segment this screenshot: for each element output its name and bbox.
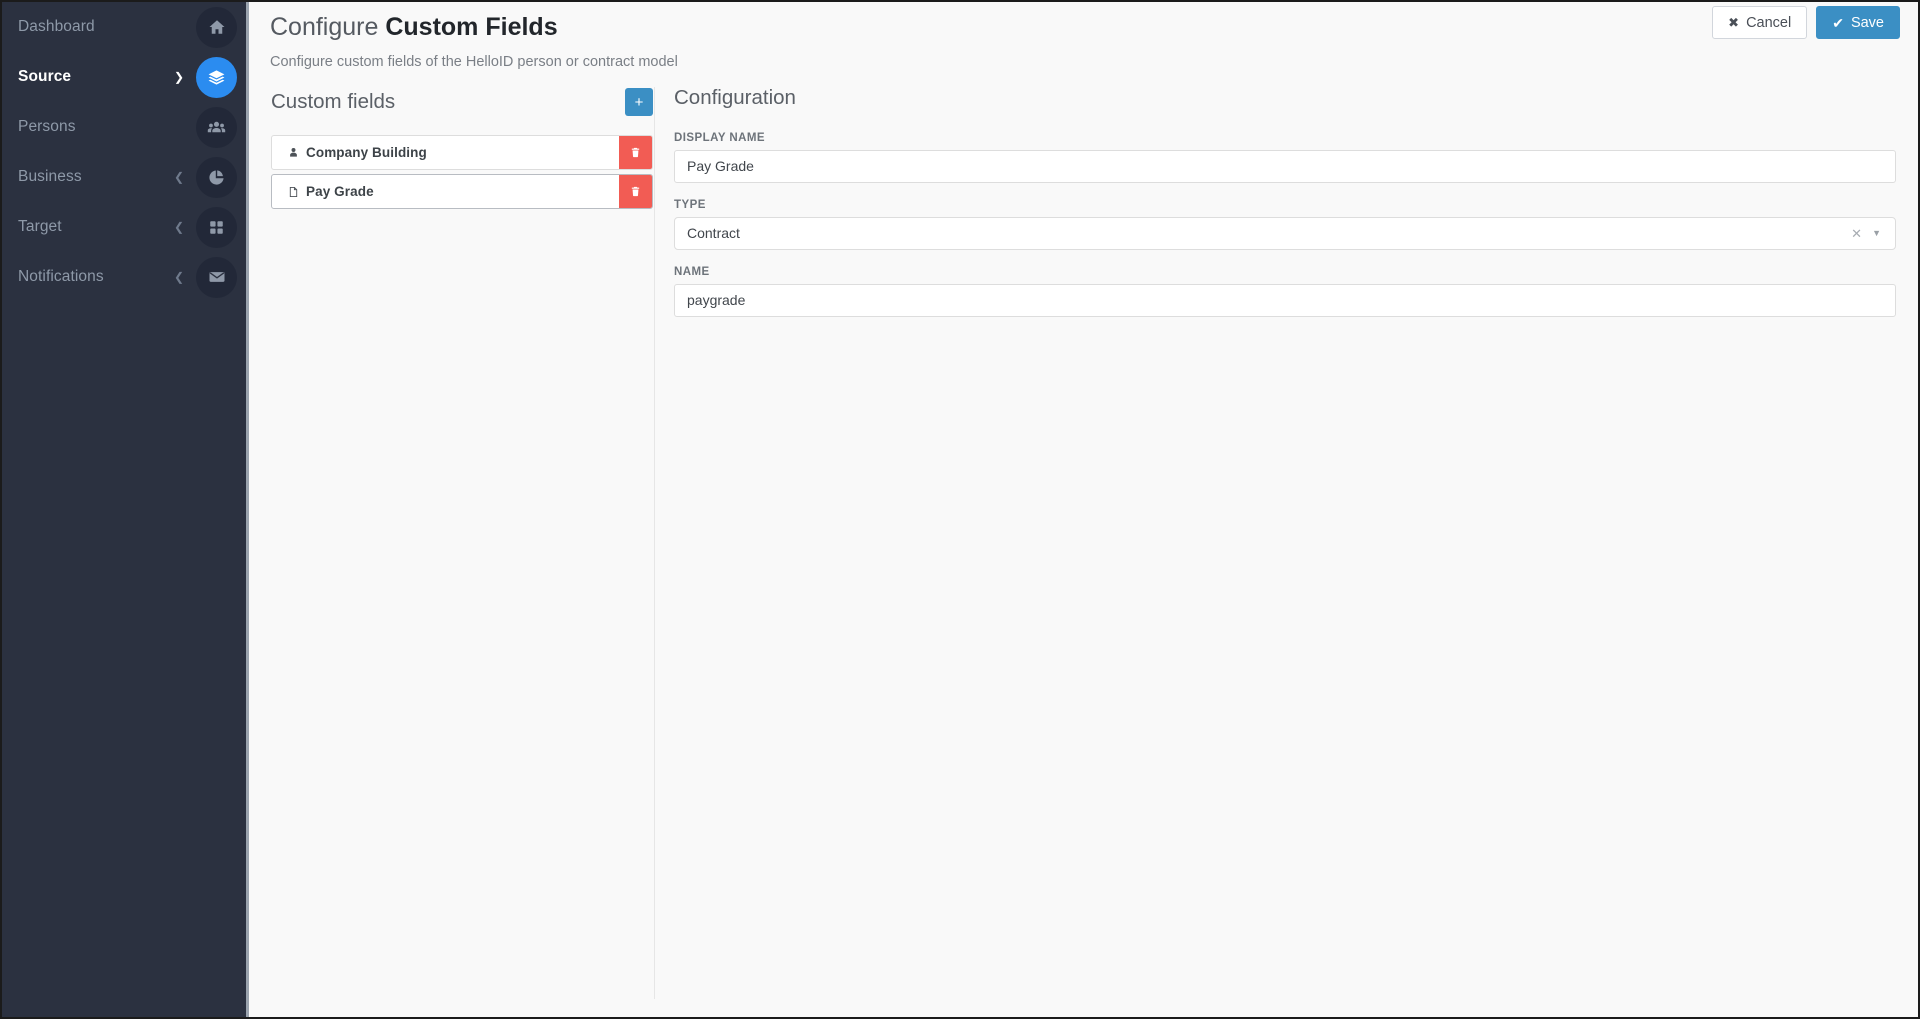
plus-icon: +: [634, 93, 644, 111]
chevron-left-icon[interactable]: ❮: [168, 221, 190, 233]
layers-icon: [196, 56, 237, 98]
sidebar-item-label: Source: [18, 68, 72, 85]
sidebar-item-notifications[interactable]: Notifications ❮: [2, 252, 246, 302]
chevron-left-icon[interactable]: ❮: [168, 271, 190, 283]
sidebar-item-dashboard[interactable]: Dashboard: [2, 2, 246, 52]
type-selected-value: Contract: [687, 225, 740, 242]
content-area: Custom fields + Company Building Pay Gra…: [252, 86, 1918, 1017]
save-button-label: Save: [1850, 14, 1884, 31]
sidebar: Dashboard Source ❯ Persons Business ❮ Ta…: [2, 2, 249, 1017]
display-name-input[interactable]: Pay Grade: [674, 149, 1896, 183]
custom-fields-header: Custom fields +: [271, 87, 653, 117]
document-icon: [280, 185, 306, 199]
sidebar-item-persons[interactable]: Persons: [2, 102, 246, 152]
display-name-value: Pay Grade: [687, 158, 754, 175]
custom-fields-title: Custom fields: [271, 89, 396, 113]
add-custom-field-button[interactable]: +: [625, 88, 653, 116]
sidebar-item-label: Dashboard: [18, 18, 95, 35]
trash-icon: [631, 186, 640, 197]
sidebar-item-source[interactable]: Source ❯: [2, 52, 246, 102]
close-icon: ✖: [1728, 15, 1740, 30]
page-subtitle: Configure custom fields of the HelloID p…: [270, 54, 678, 70]
type-label: TYPE: [674, 198, 706, 211]
display-name-label: DISPLAY NAME: [674, 131, 766, 144]
configuration-panel: Configuration DISPLAY NAME Pay Grade TYP…: [674, 86, 1896, 333]
sidebar-item-label: Persons: [18, 118, 76, 135]
name-value: paygrade: [687, 292, 746, 309]
chevron-left-icon[interactable]: ❮: [168, 171, 190, 183]
page-header: Configure Custom Fields Configure custom…: [270, 12, 678, 70]
column-divider: [654, 87, 655, 999]
caret-down-icon[interactable]: ▼: [1870, 228, 1887, 238]
sidebar-item-label: Notifications: [18, 268, 104, 285]
sidebar-item-label: Business: [18, 168, 82, 185]
sidebar-item-business[interactable]: Business ❮: [2, 152, 246, 202]
envelope-icon: [196, 256, 237, 298]
page-title-prefix: Configure: [270, 13, 386, 41]
name-input[interactable]: paygrade: [674, 283, 1896, 317]
type-group: TYPE Contract ✕ ▼: [674, 199, 1896, 250]
sidebar-item-label: Target: [18, 218, 62, 235]
custom-fields-panel: Custom fields + Company Building Pay Gra…: [271, 87, 653, 213]
delete-custom-field-button[interactable]: [619, 175, 652, 208]
clear-selection-icon[interactable]: ✕: [1843, 227, 1870, 240]
display-name-group: DISPLAY NAME Pay Grade: [674, 132, 1896, 183]
person-icon: [280, 146, 306, 159]
pie-chart-icon: [196, 156, 237, 198]
list-item-company-building[interactable]: Company Building: [271, 135, 653, 170]
cancel-button-label: Cancel: [1746, 14, 1792, 31]
sidebar-item-target[interactable]: Target ❮: [2, 202, 246, 252]
chevron-down-icon[interactable]: ❯: [168, 71, 190, 83]
users-icon: [196, 106, 237, 148]
app-window: Dashboard Source ❯ Persons Business ❮ Ta…: [0, 0, 1920, 1019]
cancel-button[interactable]: ✖ Cancel: [1712, 6, 1808, 39]
home-icon: [196, 6, 237, 48]
list-item-label: Company Building: [306, 145, 427, 160]
list-item-label: Pay Grade: [306, 184, 374, 199]
delete-custom-field-button[interactable]: [619, 136, 652, 169]
save-button[interactable]: ✔ Save: [1816, 6, 1900, 39]
list-item-pay-grade[interactable]: Pay Grade: [271, 174, 653, 209]
name-group: NAME paygrade: [674, 266, 1896, 317]
name-label: NAME: [674, 265, 710, 278]
page-title-strong: Custom Fields: [385, 13, 558, 41]
check-icon: ✔: [1832, 14, 1844, 31]
configuration-title: Configuration: [674, 86, 796, 109]
type-select[interactable]: Contract ✕ ▼: [674, 216, 1896, 250]
grid-icon: [196, 206, 237, 248]
page-title: Configure Custom Fields: [270, 12, 678, 42]
trash-icon: [631, 147, 640, 158]
